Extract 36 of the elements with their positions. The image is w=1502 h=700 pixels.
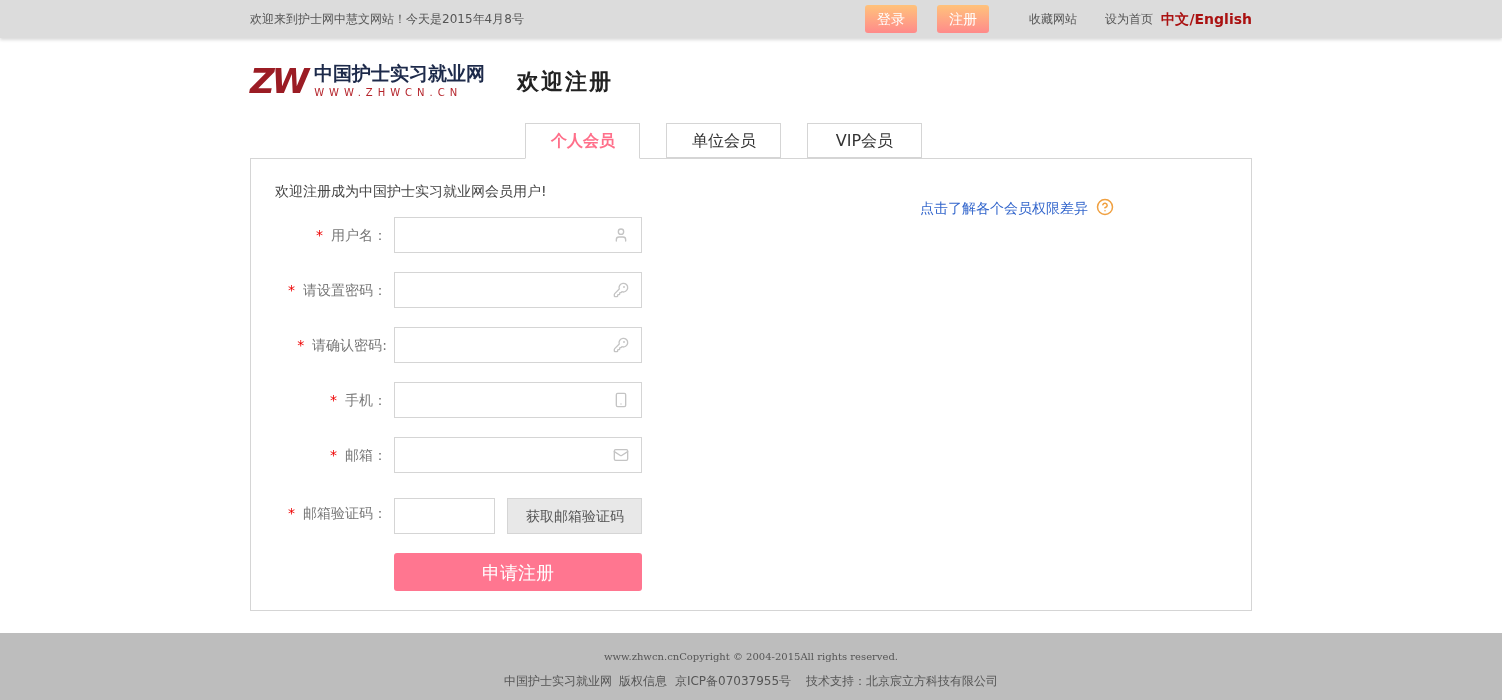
phone-icon (613, 392, 629, 408)
field-label: 手机： (345, 390, 387, 410)
site-info-text: 中国护士实习就业网 版权信息 京ICP备07037955号 技术支持：北京宸立方科技有限公司 (503, 673, 999, 690)
language-link[interactable]: 中文/English (1161, 8, 1252, 30)
input-field[interactable] (394, 327, 642, 363)
field-label: 邮箱验证码： (303, 503, 387, 523)
copyright-text: www.zhwcn.cnCopyright © 2004-2015All rights reserved. (604, 650, 898, 664)
required-mark: * (288, 503, 295, 523)
required-mark: * (288, 280, 295, 300)
required-mark: * (330, 445, 337, 465)
required-mark: * (330, 390, 337, 410)
key-icon (613, 337, 629, 353)
field-label: 用户名： (331, 225, 387, 245)
input-field[interactable] (394, 217, 642, 253)
member-rights-link[interactable]: 点击了解各个会员权限差异 (920, 198, 1088, 219)
favorite-link[interactable]: 收藏网站 (1029, 10, 1078, 28)
field-label: 请设置密码： (303, 280, 387, 300)
required-mark: * (297, 335, 305, 355)
homepage-link[interactable]: 设为首页 (1105, 10, 1154, 28)
input-field[interactable] (394, 272, 642, 308)
page-title: 欢迎注册 (517, 67, 614, 96)
mail-icon (613, 447, 629, 463)
get-code-button[interactable]: 获取邮箱验证码 (507, 498, 642, 534)
intro-text: 欢迎注册成为中国护士实习就业网会员用户! (275, 182, 548, 201)
field-label: 请确认密码: (312, 335, 387, 355)
help-icon[interactable] (1096, 198, 1114, 216)
member-tab[interactable]: 单位会员 (666, 123, 781, 158)
input-field[interactable] (394, 437, 642, 473)
key-icon (613, 282, 629, 298)
field-label: 邮箱： (345, 445, 387, 465)
welcome-text: 欢迎来到护士网中慧文网站！今天是2015年4月8号 (250, 11, 524, 28)
member-tab[interactable]: VIP会员 (807, 123, 922, 158)
input-field[interactable] (394, 382, 642, 418)
code-input-field[interactable] (394, 498, 495, 534)
user-icon (613, 227, 629, 243)
required-mark: * (316, 225, 323, 245)
